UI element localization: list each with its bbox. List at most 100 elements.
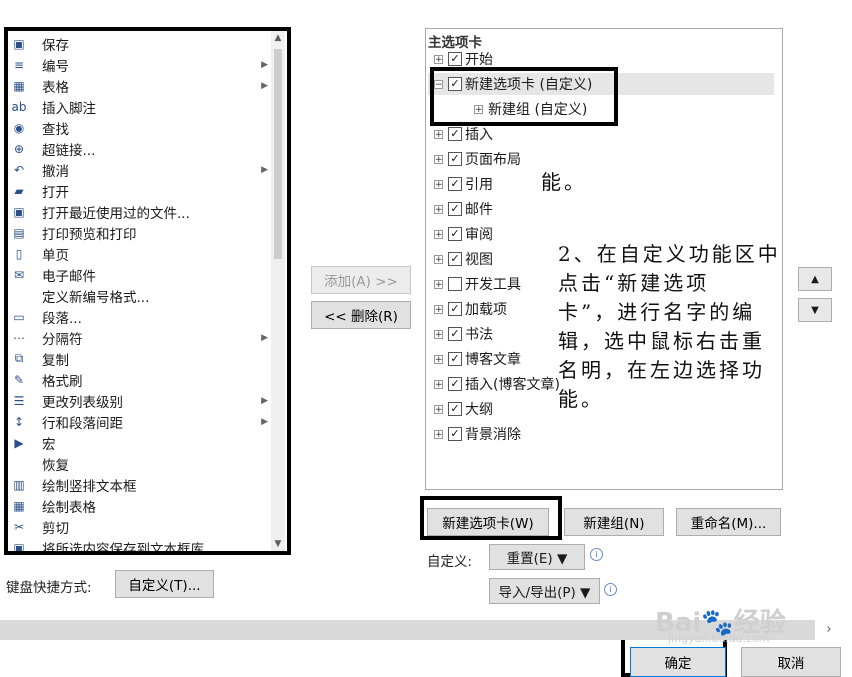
tree-item[interactable]: + ✓ 插入 bbox=[434, 123, 493, 145]
command-item[interactable]: ▣ 保存 bbox=[10, 33, 272, 54]
command-item[interactable]: ▣ 将所选内容保存到文本框库 bbox=[10, 537, 272, 552]
ok-button[interactable]: 确定 bbox=[630, 647, 726, 677]
info-icon: i bbox=[590, 548, 603, 561]
new-group-button[interactable]: 新建组(N) bbox=[564, 508, 664, 536]
submenu-arrow-icon: ▶ bbox=[261, 164, 268, 175]
scroll-thumb[interactable] bbox=[274, 49, 282, 259]
command-item[interactable]: ✎ 格式刷 bbox=[10, 369, 272, 390]
expand-icon[interactable]: + bbox=[434, 354, 443, 364]
commands-scrollbar[interactable]: ▲ ▼ bbox=[271, 31, 285, 551]
chevron-right-icon[interactable]: › bbox=[818, 620, 840, 640]
move-up-button[interactable]: ▲ bbox=[798, 267, 832, 291]
command-item[interactable]: ▦ 绘制表格 bbox=[10, 495, 272, 516]
command-item[interactable]: ▣ 打开最近使用过的文件... bbox=[10, 201, 272, 222]
command-item[interactable]: ▶ 宏 bbox=[10, 432, 272, 453]
tree-item[interactable]: + 开发工具 bbox=[434, 273, 521, 295]
scroll-up-icon[interactable]: ▲ bbox=[271, 31, 285, 45]
command-item[interactable]: ▦ 表格 ▶ bbox=[10, 75, 272, 96]
format-painter-icon: ✎ bbox=[13, 372, 25, 387]
remove-button[interactable]: << 删除(R) bbox=[311, 301, 411, 329]
expand-icon[interactable]: + bbox=[434, 129, 443, 139]
expand-icon[interactable]: + bbox=[434, 229, 443, 239]
command-item[interactable]: ⋯ 分隔符 ▶ bbox=[10, 327, 272, 348]
scroll-down-icon[interactable]: ▼ bbox=[271, 537, 285, 551]
checkbox[interactable]: ✓ bbox=[448, 52, 462, 66]
move-down-button[interactable]: ▼ bbox=[798, 298, 832, 322]
command-label: 查找 bbox=[42, 121, 69, 138]
checkbox[interactable]: ✓ bbox=[448, 327, 462, 341]
command-label: 单页 bbox=[42, 247, 69, 264]
expand-icon[interactable]: + bbox=[434, 379, 443, 389]
command-item[interactable]: ↶ 撤消 ▶ bbox=[10, 159, 272, 180]
expand-icon[interactable]: + bbox=[434, 279, 443, 289]
checkbox[interactable]: ✓ bbox=[448, 177, 462, 191]
command-item[interactable]: ☰ 更改列表级别 ▶ bbox=[10, 390, 272, 411]
command-item[interactable]: ▥ 绘制竖排文本框 bbox=[10, 474, 272, 495]
checkbox[interactable]: ✓ bbox=[448, 202, 462, 216]
footnote-icon: ab bbox=[11, 99, 27, 114]
undo-icon: ↶ bbox=[13, 162, 25, 177]
customize-label: 自定义: bbox=[427, 554, 473, 570]
tree-item-label: 引用 bbox=[465, 177, 493, 193]
tree-item[interactable]: + ✓ 大纲 bbox=[434, 398, 493, 420]
command-item[interactable]: ↕ 行和段落间距 ▶ bbox=[10, 411, 272, 432]
macro-icon: ▶ bbox=[14, 435, 24, 450]
expand-icon[interactable]: + bbox=[434, 329, 443, 339]
tree-item[interactable]: + ✓ 插入(博客文章) bbox=[434, 373, 560, 395]
tree-item[interactable]: + ✓ 引用 bbox=[434, 173, 493, 195]
expand-icon[interactable]: + bbox=[434, 54, 443, 64]
checkbox[interactable]: ✓ bbox=[448, 302, 462, 316]
checkbox[interactable]: ✓ bbox=[448, 352, 462, 366]
add-button[interactable]: 添加(A) >> bbox=[311, 266, 411, 294]
command-label: 绘制表格 bbox=[42, 499, 96, 516]
tree-item[interactable]: + ✓ 审阅 bbox=[434, 223, 493, 245]
checkbox[interactable]: ✓ bbox=[448, 227, 462, 241]
command-item[interactable]: ✉ 电子邮件 bbox=[10, 264, 272, 285]
commands-list[interactable]: ▣ 保存 ≡ 编号 ▶ ▦ 表格 ▶ ab 插入脚注 ◉ 查找 ⊕ 超链接... ↶ 撤消 ▶ ▰ 打开 ▣ 打开最近使… bbox=[4, 27, 291, 555]
cut-icon: ✂ bbox=[13, 519, 25, 534]
command-item[interactable]: ≡ 编号 ▶ bbox=[10, 54, 272, 75]
expand-icon[interactable]: + bbox=[434, 254, 443, 264]
rename-button[interactable]: 重命名(M)... bbox=[676, 508, 781, 536]
tree-item[interactable]: + ✓ 书法 bbox=[434, 323, 493, 345]
new-tab-button[interactable]: 新建选项卡(W) bbox=[427, 508, 549, 536]
checkbox[interactable]: ✓ bbox=[448, 427, 462, 441]
checkbox[interactable]: ✓ bbox=[448, 252, 462, 266]
command-item[interactable]: ⊕ 超链接... bbox=[10, 138, 272, 159]
checkbox[interactable]: ✓ bbox=[448, 127, 462, 141]
email-icon: ✉ bbox=[13, 267, 25, 282]
command-item[interactable]: ▯ 单页 bbox=[10, 243, 272, 264]
expand-icon[interactable]: + bbox=[434, 154, 443, 164]
reset-dropdown[interactable]: 重置(E) ▼ bbox=[489, 544, 585, 570]
expand-icon[interactable]: + bbox=[434, 179, 443, 189]
expand-icon[interactable]: + bbox=[434, 404, 443, 414]
expand-icon[interactable]: + bbox=[434, 204, 443, 214]
command-item[interactable]: ab 插入脚注 bbox=[10, 96, 272, 117]
tree-item[interactable]: + ✓ 加载项 bbox=[434, 298, 507, 320]
cancel-button[interactable]: 取消 bbox=[741, 647, 841, 677]
command-item[interactable]: ⧉ 复制 bbox=[10, 348, 272, 369]
command-item[interactable]: ▰ 打开 bbox=[10, 180, 272, 201]
checkbox[interactable]: ✓ bbox=[448, 377, 462, 391]
command-item[interactable]: ▤ 打印预览和打印 bbox=[10, 222, 272, 243]
tree-item-label: 开始 bbox=[465, 52, 493, 68]
tree-item[interactable]: + ✓ 邮件 bbox=[434, 198, 493, 220]
checkbox[interactable]: ✓ bbox=[448, 152, 462, 166]
tree-item-label: 邮件 bbox=[465, 202, 493, 218]
expand-icon[interactable]: + bbox=[434, 429, 443, 439]
tree-item-label: 视图 bbox=[465, 252, 493, 268]
command-item[interactable]: ✂ 剪切 bbox=[10, 516, 272, 537]
tree-item[interactable]: + ✓ 视图 bbox=[434, 248, 493, 270]
command-item[interactable]: 定义新编号格式... bbox=[10, 285, 272, 306]
tree-item[interactable]: + ✓ 页面布局 bbox=[434, 148, 521, 170]
command-item[interactable]: ▭ 段落... bbox=[10, 306, 272, 327]
tree-item[interactable]: + ✓ 背景消除 bbox=[434, 423, 521, 445]
checkbox[interactable] bbox=[448, 277, 462, 291]
command-item[interactable]: 恢复 bbox=[10, 453, 272, 474]
checkbox[interactable]: ✓ bbox=[448, 402, 462, 416]
keyboard-customize-button[interactable]: 自定义(T)... bbox=[115, 570, 214, 598]
import-export-dropdown[interactable]: 导入/导出(P) ▼ bbox=[489, 578, 600, 604]
command-item[interactable]: ◉ 查找 bbox=[10, 117, 272, 138]
expand-icon[interactable]: + bbox=[434, 304, 443, 314]
tree-item[interactable]: + ✓ 博客文章 bbox=[434, 348, 521, 370]
